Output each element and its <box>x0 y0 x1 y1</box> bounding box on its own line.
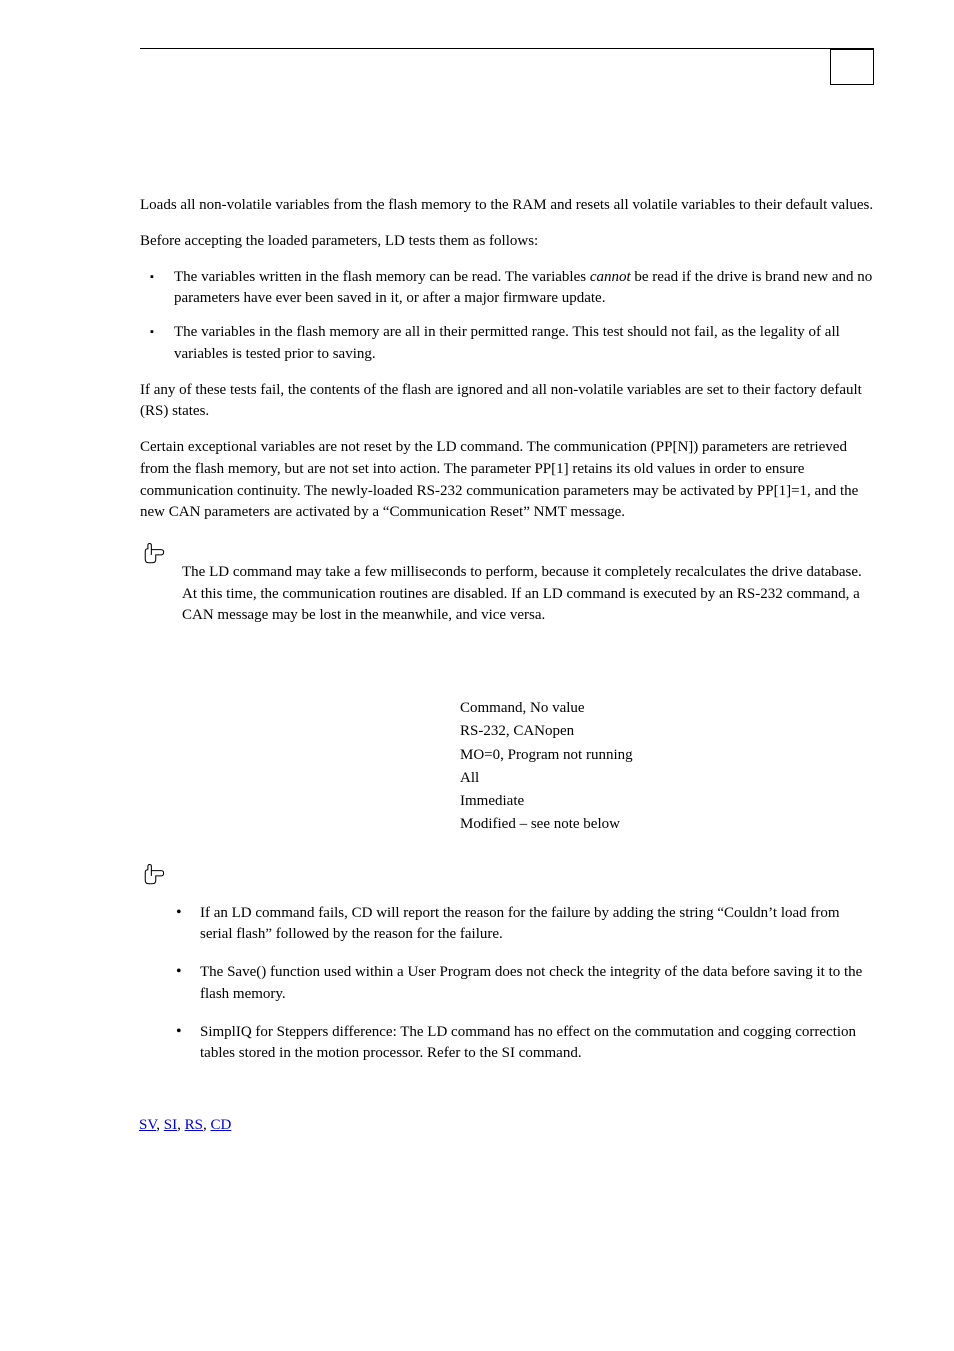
link-sv[interactable]: SV <box>139 1117 156 1133</box>
note-body: The LD command may take a few millisecon… <box>182 564 862 624</box>
notes-list: If an LD command fails, CD will report t… <box>170 903 874 1066</box>
link-rs[interactable]: RS <box>185 1117 203 1133</box>
attr-label: Activation: <box>140 790 460 813</box>
attr-value: MO=0, Program not running <box>460 744 874 767</box>
note-block-2: Notes: <box>140 859 874 889</box>
sep: , <box>177 1117 181 1133</box>
see-also-links: SV, SI, RS, CD <box>139 1115 874 1137</box>
note-heading: Note: <box>182 538 874 560</box>
attr-row: Restrictions: MO=0, Program not running <box>140 744 874 767</box>
header-rule <box>140 48 874 49</box>
intro-paragraph: Loads all non-volatile variables from th… <box>140 195 874 217</box>
heading-attributes: Attributes: <box>140 661 874 687</box>
attr-value: RS-232, CANopen <box>460 720 874 743</box>
exceptional-paragraph: Certain exceptional variables are not re… <box>140 437 874 524</box>
attr-label: Unit modes: <box>140 767 460 790</box>
list-item: SimplIQ for Steppers difference: The LD … <box>170 1022 874 1066</box>
attr-label: Type: <box>140 697 460 720</box>
attr-value: All <box>460 767 874 790</box>
list-item: The Save() function used within a User P… <box>170 962 874 1006</box>
attr-value: Immediate <box>460 790 874 813</box>
link-cd[interactable]: CD <box>210 1117 231 1133</box>
fail-paragraph: If any of these tests fail, the contents… <box>140 380 874 424</box>
pointing-hand-icon <box>140 540 168 568</box>
attr-label: Default values: <box>140 813 460 836</box>
attr-value: Command, No value <box>460 697 874 720</box>
attr-row: Unit modes: All <box>140 767 874 790</box>
attr-value: Modified – see note below <box>460 813 874 836</box>
attr-row: Default values: Modified – see note belo… <box>140 813 874 836</box>
tests-list: The variables written in the flash memor… <box>140 267 874 366</box>
sep: , <box>156 1117 164 1133</box>
attr-label: Source: <box>140 720 460 743</box>
note-block-1: Note: The LD command may take a few mill… <box>140 538 874 627</box>
emph: cannot <box>590 269 631 285</box>
heading-purpose: Purpose: <box>140 155 874 181</box>
text: The variables in the flash memory are al… <box>174 324 840 362</box>
list-item: The variables written in the flash memor… <box>140 267 874 311</box>
attr-row: Type: Command, No value <box>140 697 874 720</box>
pointing-hand-icon <box>140 861 168 889</box>
heading-see-also: See also: <box>140 1087 874 1109</box>
list-item: If an LD command fails, CD will report t… <box>170 903 874 947</box>
attr-label: Restrictions: <box>140 744 460 767</box>
note-heading: Notes: <box>182 859 874 881</box>
text: The variables written in the flash memor… <box>174 269 590 285</box>
page-number-box <box>830 49 874 85</box>
before-paragraph: Before accepting the loaded parameters, … <box>140 231 874 253</box>
link-si[interactable]: SI <box>164 1117 177 1133</box>
attr-row: Source: RS-232, CANopen <box>140 720 874 743</box>
attr-row: Activation: Immediate <box>140 790 874 813</box>
attributes-table: Type: Command, No value Source: RS-232, … <box>140 697 874 837</box>
list-item: The variables in the flash memory are al… <box>140 322 874 366</box>
